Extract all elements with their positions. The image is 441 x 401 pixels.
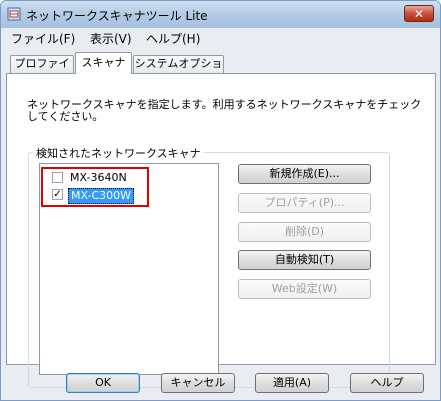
group-label: 検知されたネットワークスキャナ [33, 145, 204, 161]
description-text: ネットワークスキャナを指定します。利用するネットワークスキャナをチェックしてくだ… [27, 98, 422, 123]
apply-button[interactable]: 適用(A) [255, 373, 329, 393]
cancel-button[interactable]: キャンセル [161, 373, 235, 393]
ok-button[interactable]: OK [66, 373, 140, 393]
new-button[interactable]: 新規作成(E)... [238, 164, 371, 184]
title-bar[interactable]: ネットワークスキャナツール Lite ✕ [1, 1, 440, 28]
tab-strip: プロファイル スキャナ システムオプション [1, 52, 440, 86]
help-button[interactable]: ヘルプ [350, 373, 424, 393]
menu-bar: ファイル(F) 表示(V) ヘルプ(H) [1, 28, 440, 47]
tab-system-options[interactable]: システムオプション [133, 55, 224, 86]
menu-view[interactable]: 表示(V) [90, 30, 132, 47]
app-icon [7, 7, 21, 21]
delete-button[interactable]: 削除(D) [238, 222, 371, 242]
auto-detect-button[interactable]: 自動検知(T) [238, 250, 371, 270]
tab-profile[interactable]: プロファイル [10, 55, 74, 86]
menu-help[interactable]: ヘルプ(H) [146, 30, 200, 47]
menu-file[interactable]: ファイル(F) [11, 30, 75, 47]
web-settings-button[interactable]: Web設定(W) [238, 279, 371, 299]
properties-button[interactable]: プロパティ(P)... [238, 193, 371, 213]
tab-scanner[interactable]: スキャナ [75, 52, 132, 74]
close-button[interactable]: ✕ [404, 5, 434, 22]
red-highlight-box [41, 167, 149, 207]
app-window: ネットワークスキャナツール Lite ✕ ファイル(F) 表示(V) ヘルプ(H… [0, 0, 441, 401]
window-title: ネットワークスキャナツール Lite [26, 9, 208, 23]
